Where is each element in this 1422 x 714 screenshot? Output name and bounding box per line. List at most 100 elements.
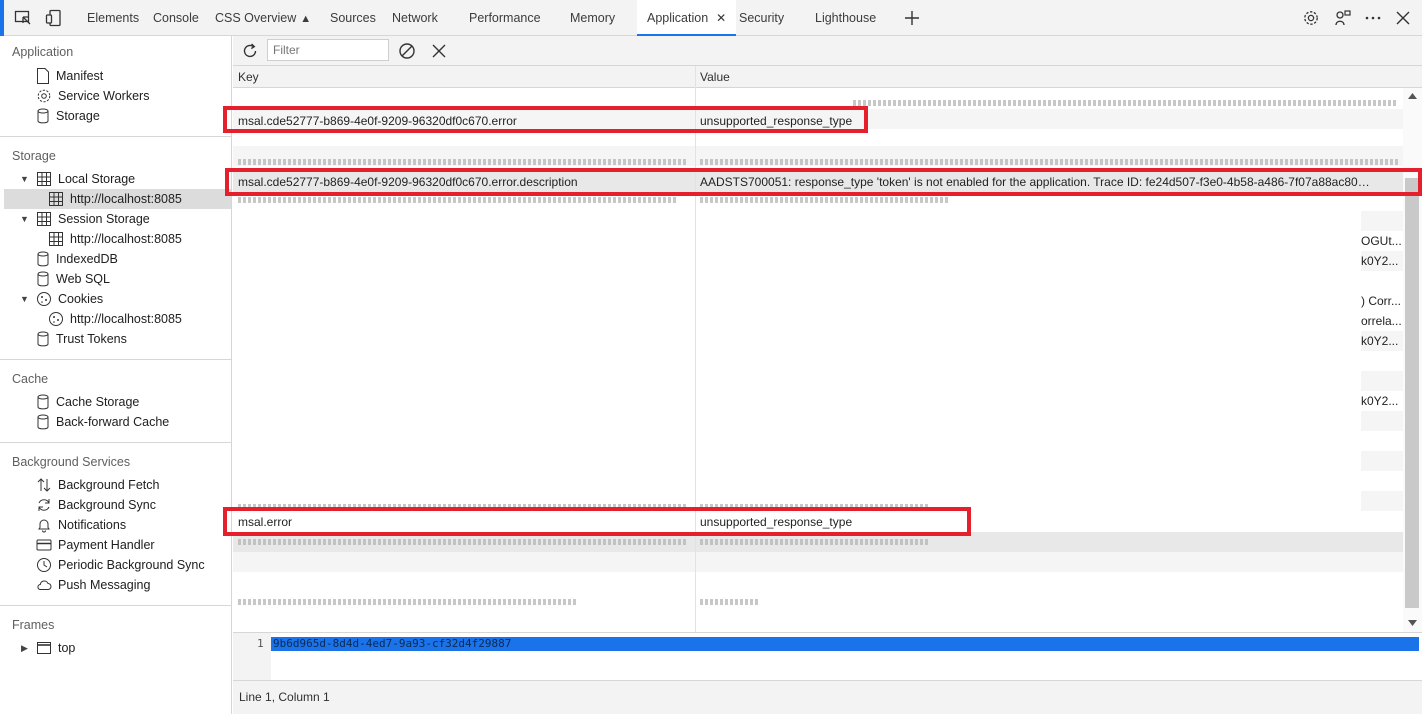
expand-arrow-icon[interactable]: ▼ (20, 294, 29, 304)
section-divider (0, 442, 232, 443)
collapse-arrow-icon[interactable]: ▶ (21, 643, 28, 654)
cookie-icon (37, 292, 51, 306)
sidebar-item-background-fetch[interactable]: Background Fetch (36, 475, 159, 495)
cookie-icon (49, 312, 63, 326)
close-tab-icon[interactable]: ✕ (716, 11, 726, 25)
scroll-up-arrow-icon[interactable] (1407, 92, 1418, 100)
filter-input[interactable] (267, 39, 389, 61)
send-feedback-icon[interactable] (1334, 9, 1352, 27)
tab-network[interactable]: Network (392, 0, 438, 36)
add-tab-plus-icon[interactable] (903, 9, 921, 27)
inspect-element-icon[interactable] (14, 9, 32, 27)
value-preview-pane: 1 9b6d965d-8d4d-4ed7-9a93-cf32d4f29887 (233, 632, 1422, 681)
tab-security[interactable]: Security (739, 0, 784, 36)
sidebar-item-notifications[interactable]: Notifications (36, 515, 126, 535)
column-divider[interactable] (695, 66, 696, 632)
sidebar-item-local-storage[interactable]: Local Storage (36, 169, 135, 189)
scroll-down-arrow-icon[interactable] (1407, 619, 1418, 627)
bell-icon (38, 519, 50, 533)
highlight-box (223, 507, 971, 536)
table-row[interactable] (233, 552, 1403, 572)
sidebar-item-cache-storage[interactable]: Cache Storage (36, 392, 139, 412)
sidebar-item-session-storage[interactable]: Session Storage (36, 209, 150, 229)
tab-css-overview[interactable]: CSS Overview ▲ (215, 0, 311, 36)
tab-css-overview-label: CSS Overview (215, 11, 297, 25)
storage-toolbar (233, 36, 1422, 66)
section-title-frames: Frames (12, 618, 55, 632)
vertical-scrollbar-thumb[interactable] (1405, 178, 1419, 608)
credit-card-icon (36, 539, 52, 551)
database-icon (37, 108, 49, 124)
grid-table-icon (49, 232, 63, 246)
sidebar-item-cookies[interactable]: Cookies (36, 289, 103, 309)
delete-selected-icon[interactable] (430, 42, 448, 60)
cloud-icon (37, 580, 52, 590)
sidebar-item-storage[interactable]: Storage (36, 106, 100, 126)
clear-all-icon[interactable] (397, 41, 417, 61)
tab-sources[interactable]: Sources (330, 0, 376, 36)
local-storage-table: Key Value OGUt... k0Y2... ) Corr... orre… (233, 66, 1422, 632)
sidebar-item-label: Local Storage (58, 172, 136, 186)
settings-gear-icon[interactable] (1302, 9, 1320, 27)
sidebar-item-local-origin[interactable]: http://localhost:8085 (4, 189, 231, 209)
sidebar-item-indexeddb[interactable]: IndexedDB (36, 249, 118, 269)
more-options-icon[interactable] (1364, 9, 1382, 27)
experimental-flask-icon: ▲ (300, 13, 312, 25)
table-row[interactable] (1361, 411, 1403, 431)
database-icon (37, 271, 49, 287)
device-emulation-icon[interactable] (45, 9, 63, 27)
obscured-row-text (700, 197, 950, 203)
sidebar-item-service-workers[interactable]: Service Workers (36, 86, 149, 106)
sidebar-item-label: Storage (56, 109, 100, 123)
preview-value-text[interactable]: 9b6d965d-8d4d-4ed7-9a93-cf32d4f29887 (271, 637, 1419, 651)
table-header: Key Value (233, 66, 1422, 88)
sidebar-item-payment-handler[interactable]: Payment Handler (36, 535, 155, 555)
tab-elements[interactable]: Elements (87, 0, 139, 36)
tab-memory[interactable]: Memory (570, 0, 615, 36)
tab-application[interactable]: Application ✕ (637, 0, 737, 36)
section-title-storage: Storage (12, 149, 56, 163)
close-devtools-icon[interactable] (1394, 9, 1412, 27)
sidebar-item-push-messaging[interactable]: Push Messaging (36, 575, 150, 595)
sidebar-item-cookies-origin[interactable]: http://localhost:8085 (48, 309, 182, 329)
expand-arrow-icon[interactable]: ▼ (20, 174, 29, 184)
sidebar-item-label: top (58, 641, 76, 655)
tab-performance[interactable]: Performance (469, 0, 541, 36)
section-divider (0, 136, 232, 137)
expand-arrow-icon[interactable]: ▼ (20, 214, 29, 224)
obscured-row-text (238, 197, 678, 203)
sidebar-item-label: Cache Storage (56, 395, 140, 409)
sidebar-item-trust-tokens[interactable]: Trust Tokens (36, 329, 127, 349)
column-header-key[interactable]: Key (233, 66, 259, 88)
table-row[interactable] (1361, 491, 1403, 511)
sidebar-item-manifest[interactable]: Manifest (36, 66, 103, 86)
tab-lighthouse[interactable]: Lighthouse (815, 0, 876, 36)
table-row[interactable] (1361, 211, 1403, 231)
obscured-row-text (700, 599, 760, 605)
sidebar-item-label: Payment Handler (58, 538, 155, 552)
database-icon (37, 251, 49, 267)
sidebar-item-periodic-background-sync[interactable]: Periodic Background Sync (36, 555, 205, 575)
sidebar-item-back-forward-cache[interactable]: Back-forward Cache (36, 412, 169, 432)
table-row[interactable] (1361, 371, 1403, 391)
highlight-box (223, 106, 868, 133)
sidebar-item-label: IndexedDB (56, 252, 118, 266)
sidebar-item-label: Web SQL (56, 272, 110, 286)
status-bar: Line 1, Column 1 (233, 680, 1422, 714)
column-header-value[interactable]: Value (695, 66, 730, 88)
sidebar-item-websql[interactable]: Web SQL (36, 269, 110, 289)
database-icon (37, 331, 49, 347)
section-title-background-services: Background Services (12, 455, 131, 469)
sidebar-item-label: Manifest (56, 69, 104, 83)
obscured-row-text (238, 539, 688, 545)
sidebar-item-background-sync[interactable]: Background Sync (36, 495, 156, 515)
database-icon (37, 414, 49, 430)
truncated-value: k0Y2... (1361, 394, 1399, 408)
grid-table-icon (49, 192, 63, 206)
sidebar-item-session-origin[interactable]: http://localhost:8085 (48, 229, 182, 249)
truncated-value: OGUt... (1361, 234, 1402, 248)
refresh-icon[interactable] (241, 42, 259, 60)
tab-console[interactable]: Console (153, 0, 199, 36)
sidebar-item-frame-top[interactable]: top (36, 638, 75, 658)
table-row[interactable] (1361, 451, 1403, 471)
